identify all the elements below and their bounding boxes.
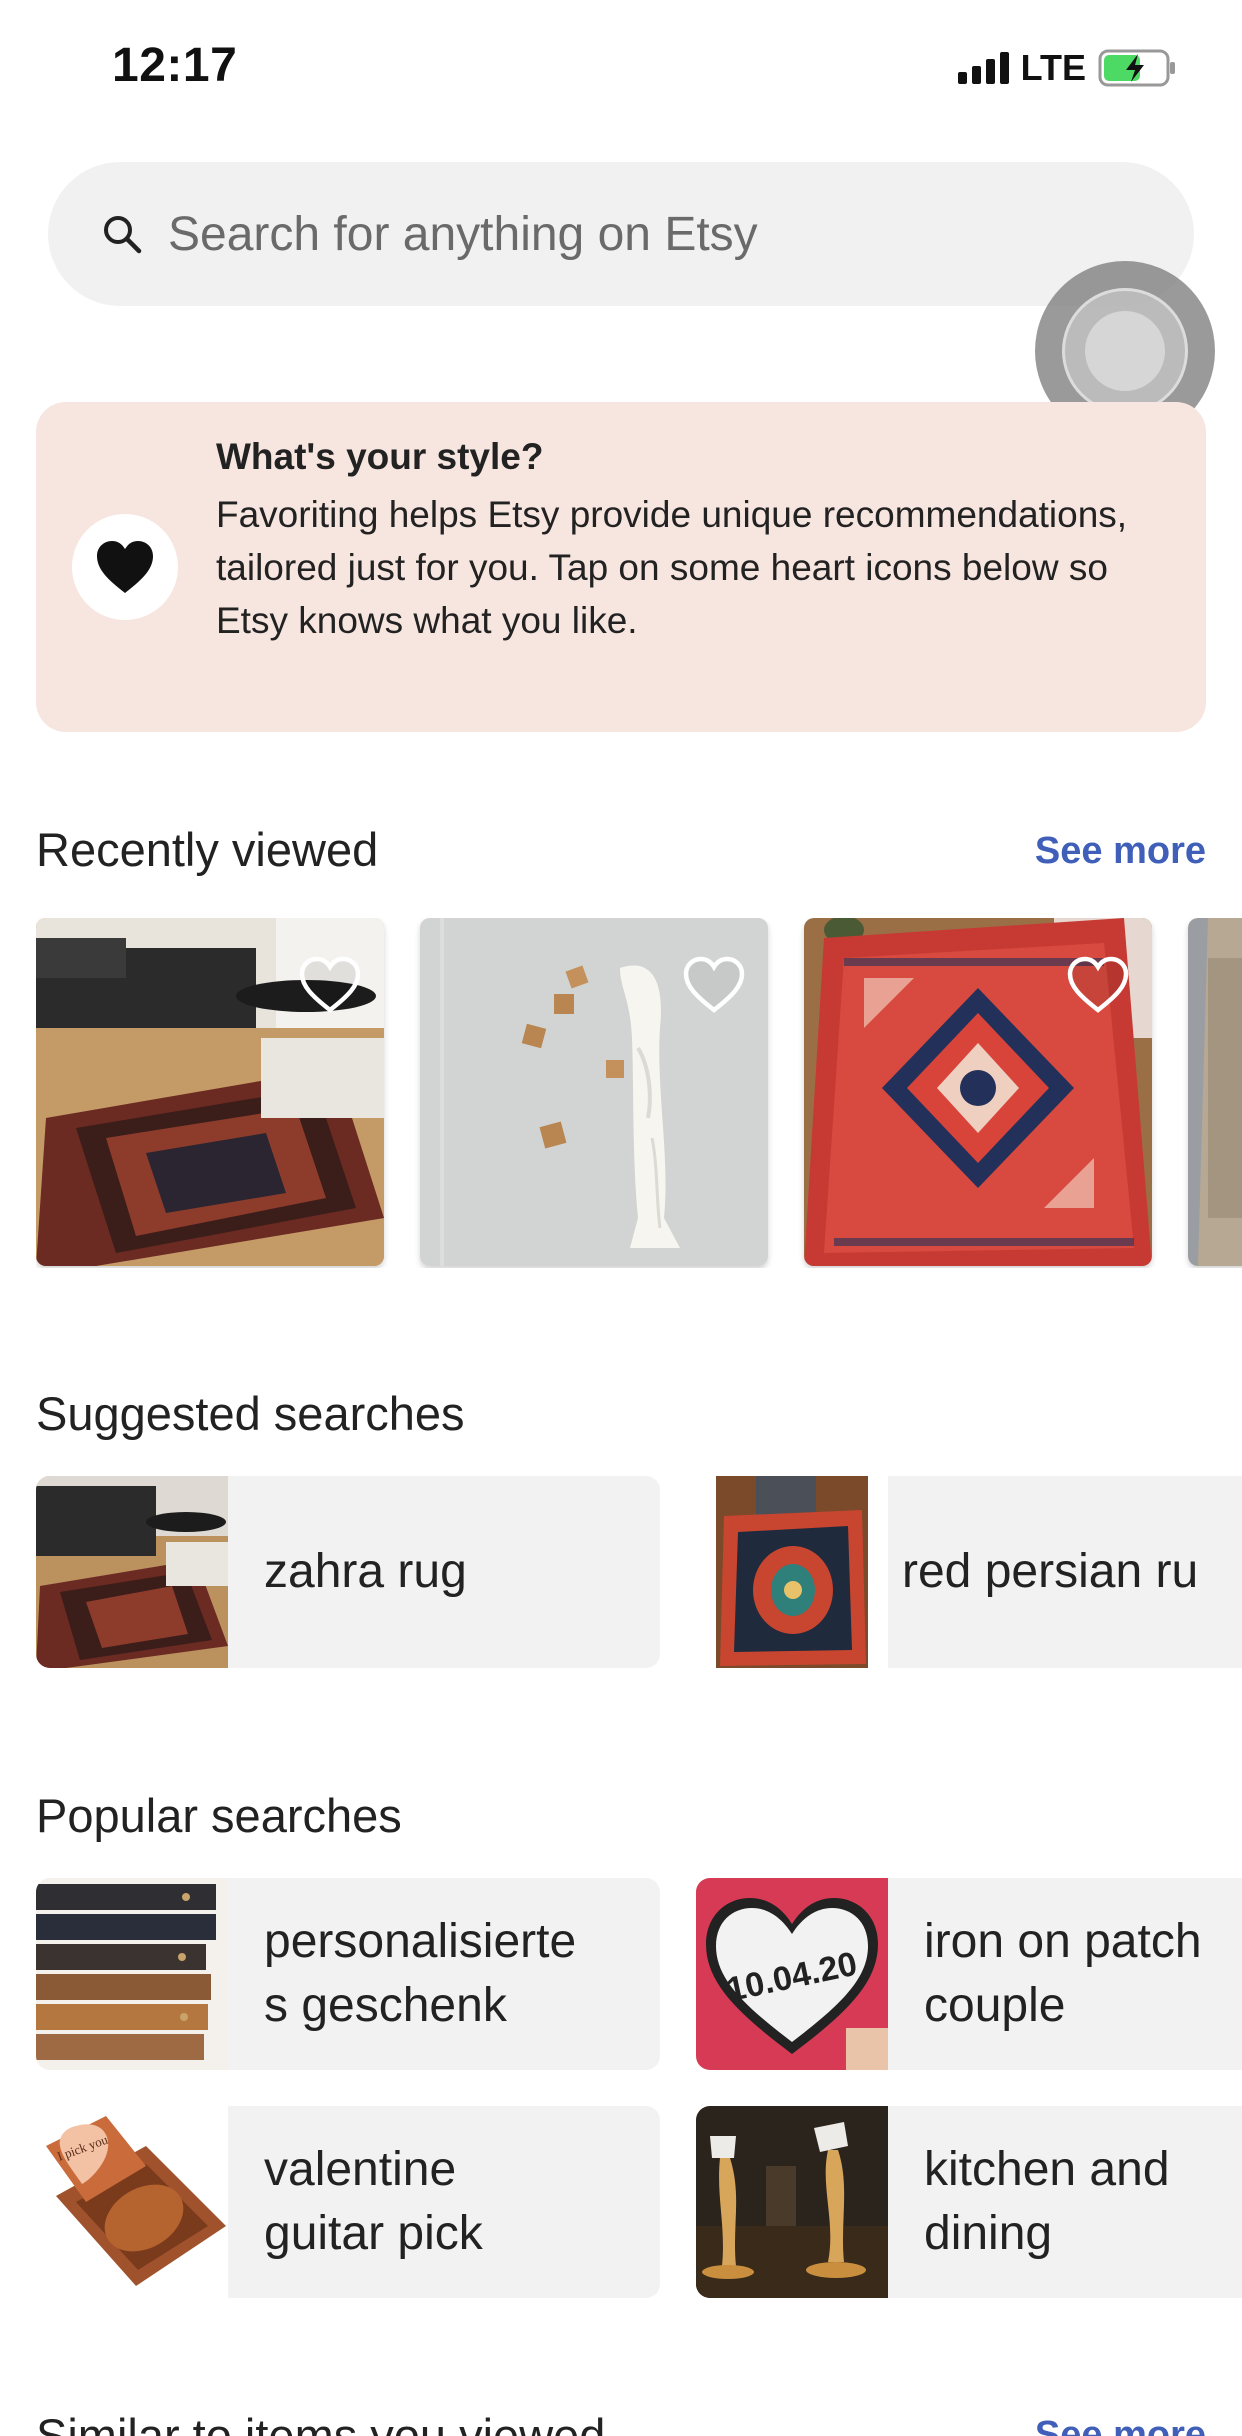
similar-items-see-more-link[interactable]: See more [1035, 2414, 1206, 2436]
search-thumbnail: I pick you [36, 2106, 228, 2298]
popular-search-tile[interactable]: personalisierte s geschenk [36, 1878, 660, 2070]
popular-search-label: iron on patch couple [924, 1915, 1202, 2032]
heart-badge [72, 514, 178, 620]
suggested-search-label: red persian ru [902, 1545, 1199, 1598]
search-icon [104, 216, 142, 254]
status-time: 12:17 [112, 39, 238, 92]
favorite-heart-icon[interactable] [1066, 956, 1130, 1014]
style-card-title: What's your style? [216, 436, 544, 477]
battery-icon [1098, 49, 1175, 87]
search-bar[interactable] [48, 162, 1194, 306]
recently-viewed-title: Recently viewed [36, 823, 379, 876]
signal-icon [957, 52, 1009, 84]
style-card-body: Favoriting helps Etsy provide unique rec… [216, 494, 1128, 641]
status-indicators: LTE [957, 46, 1178, 90]
recently-viewed-item[interactable] [420, 918, 768, 1266]
search-thumbnail [36, 1878, 228, 2070]
search-thumbnail [36, 1476, 228, 1668]
suggested-search-tile[interactable]: red persian ru [696, 1476, 1242, 1668]
favorite-heart-icon[interactable] [682, 956, 746, 1014]
search-thumbnail: 10.04.20 [696, 1878, 888, 2070]
style-prompt-card: What's your style? Favoriting helps Etsy… [36, 402, 1206, 732]
popular-search-tile[interactable]: 10.04.20 iron on patch couple [696, 1878, 1242, 2070]
status-bar: 12:17 LTE [0, 0, 1242, 135]
search-thumbnail [696, 1476, 888, 1668]
popular-searches-title: Popular searches [36, 1789, 402, 1842]
recently-viewed-item[interactable] [36, 918, 384, 1266]
recently-viewed-item[interactable] [1188, 918, 1242, 1266]
recently-viewed-item[interactable] [804, 918, 1152, 1266]
network-type: LTE [1020, 47, 1086, 88]
popular-search-tile[interactable]: I pick you valentine guitar pick [36, 2106, 660, 2298]
suggested-search-tile[interactable]: zahra rug [36, 1476, 660, 1668]
favorite-heart-icon[interactable] [298, 956, 362, 1014]
search-input[interactable] [168, 192, 1148, 276]
listing-image [1188, 918, 1242, 1266]
popular-search-label: valentine guitar pick [264, 2143, 483, 2260]
suggested-search-label: zahra rug [264, 1545, 467, 1598]
search-thumbnail [696, 2106, 888, 2298]
suggested-searches-title: Suggested searches [36, 1387, 465, 1440]
popular-search-label: personalisierte s geschenk [264, 1915, 577, 2032]
popular-search-label: kitchen and dining [924, 2143, 1170, 2260]
recently-viewed-see-more-link[interactable]: See more [1035, 830, 1206, 873]
popular-search-tile[interactable]: kitchen and dining [696, 2106, 1242, 2298]
similar-items-title: Similar to items you viewed [36, 2409, 606, 2436]
heart-icon [97, 541, 153, 593]
recently-viewed-carousel[interactable] [36, 918, 1242, 1268]
